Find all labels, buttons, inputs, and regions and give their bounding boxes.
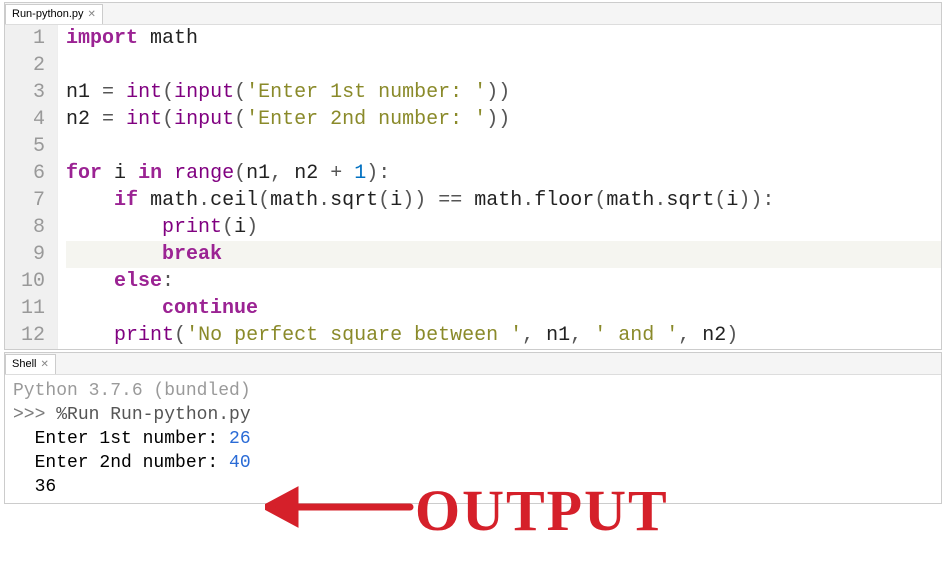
line-number: 1 <box>21 25 45 52</box>
code-editor[interactable]: 123456789101112 import mathn1 = int(inpu… <box>5 25 941 349</box>
line-number: 3 <box>21 79 45 106</box>
shell-line: Enter 2nd number: 40 <box>13 451 933 475</box>
line-number: 8 <box>21 214 45 241</box>
line-number: 6 <box>21 160 45 187</box>
close-icon[interactable]: ✕ <box>40 359 48 370</box>
line-number: 10 <box>21 268 45 295</box>
line-number: 4 <box>21 106 45 133</box>
code-line[interactable]: for i in range(n1, n2 + 1): <box>66 160 941 187</box>
code-line[interactable]: print(i) <box>66 214 941 241</box>
shell-line: Python 3.7.6 (bundled) <box>13 379 933 403</box>
line-number: 2 <box>21 52 45 79</box>
code-line[interactable]: if math.ceil(math.sqrt(i)) == math.floor… <box>66 187 941 214</box>
editor-tab[interactable]: Run-python.py ✕ <box>5 4 103 24</box>
line-number: 11 <box>21 295 45 322</box>
shell-line: 36 <box>13 475 933 499</box>
code-line[interactable]: continue <box>66 295 941 322</box>
code-line[interactable] <box>66 133 941 160</box>
shell-tab-label: Shell <box>12 358 36 370</box>
code-line[interactable] <box>66 52 941 79</box>
line-number-gutter: 123456789101112 <box>5 25 58 349</box>
code-area[interactable]: import math n1 = int(input('Enter 1st num… <box>58 25 941 349</box>
code-line[interactable]: n1 = int(input('Enter 1st number: ')) <box>66 79 941 106</box>
close-icon[interactable]: ✕ <box>88 9 96 20</box>
line-number: 12 <box>21 322 45 349</box>
editor-panel: Run-python.py ✕ 123456789101112 import m… <box>4 2 942 350</box>
line-number: 5 <box>21 133 45 160</box>
shell-panel: Shell ✕ Python 3.7.6 (bundled)>>> %Run R… <box>4 352 942 504</box>
shell-tab[interactable]: Shell ✕ <box>5 354 56 374</box>
shell-line: >>> %Run Run-python.py <box>13 403 933 427</box>
shell-tab-bar: Shell ✕ <box>5 353 941 375</box>
editor-tab-label: Run-python.py <box>12 8 84 20</box>
shell-line: Enter 1st number: 26 <box>13 427 933 451</box>
editor-tab-bar: Run-python.py ✕ <box>5 3 941 25</box>
code-line[interactable]: import math <box>66 25 941 52</box>
line-number: 9 <box>21 241 45 268</box>
code-line[interactable]: print('No perfect square between ', n1, … <box>66 322 941 349</box>
shell-output[interactable]: Python 3.7.6 (bundled)>>> %Run Run-pytho… <box>5 375 941 503</box>
code-line[interactable]: n2 = int(input('Enter 2nd number: ')) <box>66 106 941 133</box>
line-number: 7 <box>21 187 45 214</box>
code-line[interactable]: else: <box>66 268 941 295</box>
code-line[interactable]: break <box>66 241 941 268</box>
